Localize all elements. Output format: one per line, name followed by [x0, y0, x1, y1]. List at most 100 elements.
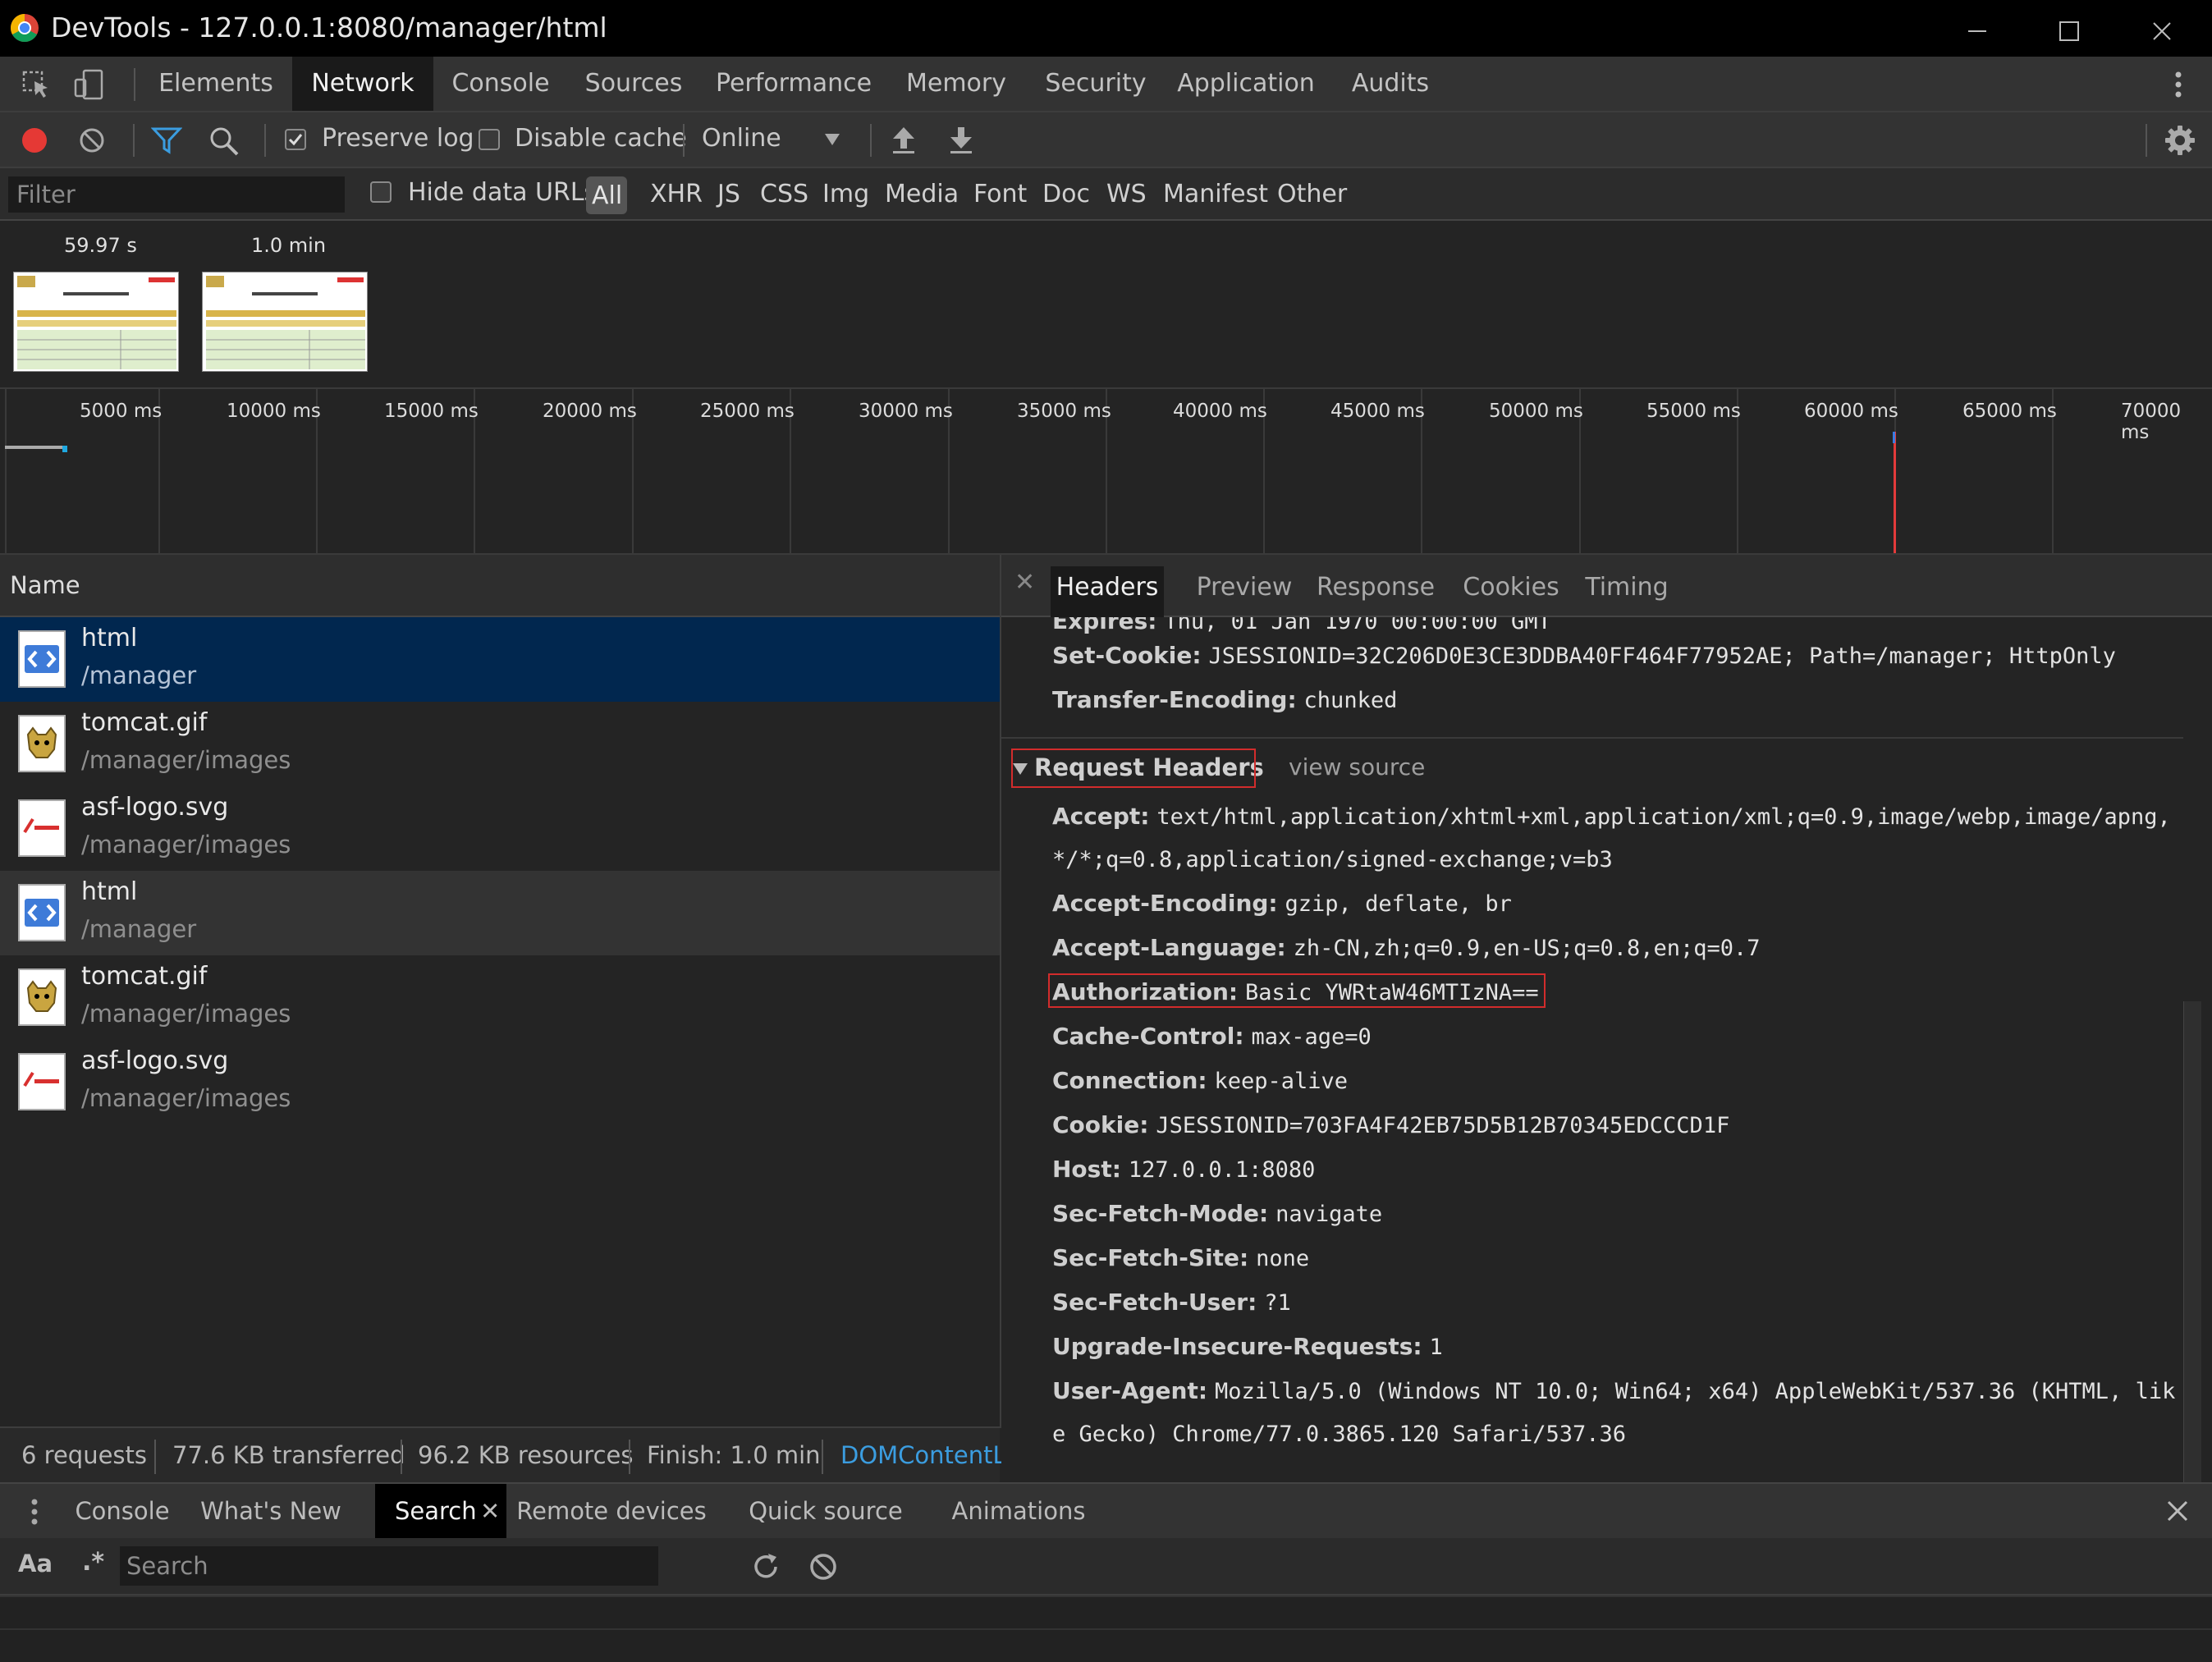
network-toolbar: Preserve log Disable cache Online: [0, 112, 2212, 168]
hide-data-urls-checkbox[interactable]: [370, 181, 392, 203]
header-row-set-cookie: Set-Cookie: JSESSIONID=32C206D0E3CE3DDBA…: [1052, 642, 2116, 669]
inspect-element-icon[interactable]: [21, 70, 51, 99]
filter-icon[interactable]: [151, 126, 182, 155]
close-drawer-icon[interactable]: [2165, 1499, 2190, 1523]
timeline-tick: 55000 ms: [1646, 401, 1741, 422]
tab-cookies[interactable]: Cookies: [1458, 566, 1564, 617]
filter-input[interactable]: [8, 176, 345, 213]
view-source-link[interactable]: view source: [1289, 753, 1425, 781]
header-value: JSESSIONID=32C206D0E3CE3DDBA40FF464F7795…: [1208, 643, 2116, 669]
header-row-accept-encoding: Accept-Encoding: gzip, deflate, br: [1052, 890, 1512, 917]
filter-type-css[interactable]: CSS: [760, 180, 808, 208]
match-case-button[interactable]: Aa: [18, 1550, 53, 1577]
more-options-icon[interactable]: [2170, 68, 2187, 101]
preserve-log-label[interactable]: Preserve log: [322, 124, 474, 153]
tab-headers[interactable]: Headers: [1051, 566, 1164, 617]
drawer-menu-icon[interactable]: [26, 1495, 43, 1528]
minimize-button[interactable]: [1930, 0, 2022, 57]
filter-type-doc[interactable]: Doc: [1042, 180, 1090, 208]
tab-preview[interactable]: Preview: [1193, 566, 1295, 617]
request-headers-highlight: [1011, 749, 1256, 788]
close-window-button[interactable]: [2116, 0, 2208, 57]
header-row-user-agent: User-Agent: Mozilla/5.0 (Windows NT 10.0…: [1052, 1377, 2175, 1404]
header-row-accept: Accept: text/html,application/xhtml+xml,…: [1052, 803, 2171, 830]
tab-network[interactable]: Network: [292, 57, 433, 111]
drawer-tab-search[interactable]: Search ✕: [375, 1484, 506, 1538]
disable-cache-label[interactable]: Disable cache: [515, 124, 687, 153]
hide-data-urls-label[interactable]: Hide data URLs: [408, 178, 597, 207]
screenshot-thumbnail[interactable]: [13, 272, 179, 372]
request-row[interactable]: tomcat.gif /manager/images: [0, 702, 1000, 786]
drawer-tab-console[interactable]: Console: [66, 1484, 179, 1538]
settings-gear-icon[interactable]: [2164, 124, 2196, 157]
search-icon[interactable]: [208, 126, 240, 157]
name-column-header[interactable]: Name: [0, 555, 1000, 617]
tab-response[interactable]: Response: [1313, 566, 1438, 617]
timeline-overview[interactable]: 5000 ms 10000 ms 15000 ms 20000 ms 25000…: [0, 389, 2212, 555]
throttling-select[interactable]: Online: [702, 124, 781, 153]
tab-timing[interactable]: Timing: [1579, 566, 1674, 617]
close-details-icon[interactable]: ✕: [1014, 568, 1035, 597]
screenshot-thumbnail[interactable]: [202, 272, 368, 372]
device-toolbar-icon[interactable]: [72, 68, 105, 101]
filter-type-xhr[interactable]: XHR: [650, 180, 703, 208]
tab-memory[interactable]: Memory: [895, 57, 1018, 111]
request-row[interactable]: html /manager: [0, 871, 1000, 955]
resources-size: 96.2 KB resources: [418, 1441, 634, 1469]
filter-type-all[interactable]: All: [586, 176, 627, 214]
header-value: zh-CN,zh;q=0.9,en-US;q=0.8,en;q=0.7: [1293, 936, 1761, 961]
chevron-down-icon[interactable]: [823, 132, 841, 147]
export-har-icon[interactable]: [947, 124, 975, 155]
timeline-tick: 60000 ms: [1804, 401, 1898, 422]
details-tabs: ✕ Headers Preview Response Cookies Timin…: [1001, 555, 2212, 617]
tab-elements[interactable]: Elements: [148, 57, 284, 111]
disable-cache-checkbox[interactable]: [479, 129, 500, 150]
tab-security[interactable]: Security: [1036, 57, 1156, 111]
filter-type-ws[interactable]: WS: [1106, 180, 1147, 208]
filter-type-font[interactable]: Font: [973, 180, 1027, 208]
tab-audits[interactable]: Audits: [1336, 57, 1445, 111]
tab-console[interactable]: Console: [440, 57, 561, 111]
header-row-expires: Expires: Thu, 01 Jan 1970 00:00:00 GMT: [1052, 617, 1551, 634]
drawer-tab-whats-new[interactable]: What's New: [192, 1484, 350, 1538]
request-row[interactable]: html /manager: [0, 617, 1000, 702]
filter-type-js[interactable]: JS: [717, 180, 740, 208]
preserve-log-checkbox[interactable]: [285, 129, 306, 150]
clear-icon[interactable]: [77, 126, 107, 155]
filter-type-media[interactable]: Media: [885, 180, 959, 208]
header-value: 1: [1429, 1335, 1443, 1360]
tab-application[interactable]: Application: [1174, 57, 1318, 111]
close-search-tab-icon[interactable]: ✕: [480, 1484, 500, 1538]
drawer-tab-remote-devices[interactable]: Remote devices: [515, 1484, 708, 1538]
header-row-upgrade-insecure-requests: Upgrade-Insecure-Requests: 1: [1052, 1333, 1443, 1360]
regex-button[interactable]: .*: [82, 1548, 104, 1577]
header-key: Sec-Fetch-Mode:: [1052, 1200, 1269, 1227]
tab-sources[interactable]: Sources: [570, 57, 698, 111]
request-row[interactable]: tomcat.gif /manager/images: [0, 955, 1000, 1040]
record-button[interactable]: [20, 126, 49, 155]
maximize-button[interactable]: [2023, 0, 2115, 57]
tab-performance[interactable]: Performance: [708, 57, 880, 111]
request-row[interactable]: asf-logo.svg /manager/images: [0, 1040, 1000, 1124]
refresh-icon[interactable]: [750, 1551, 781, 1582]
timeline-tick: 15000 ms: [384, 401, 479, 422]
header-row-sec-fetch-site: Sec-Fetch-Site: none: [1052, 1244, 1309, 1271]
import-har-icon[interactable]: [890, 124, 918, 155]
load-event-marker: [1894, 432, 1896, 553]
timeline-tick: 10000 ms: [227, 401, 321, 422]
details-scrollbar[interactable]: [2183, 1001, 2201, 1482]
filter-type-other[interactable]: Other: [1277, 180, 1347, 208]
apache-image-icon: [18, 1053, 66, 1110]
drawer-tab-animations[interactable]: Animations: [944, 1484, 1093, 1538]
header-row-sec-fetch-user: Sec-Fetch-User: ?1: [1052, 1289, 1291, 1316]
request-bar-end: [62, 446, 67, 452]
request-row[interactable]: asf-logo.svg /manager/images: [0, 786, 1000, 871]
clear-search-icon[interactable]: [808, 1551, 839, 1582]
dom-content-marker: [1893, 432, 1895, 443]
filter-type-img[interactable]: Img: [822, 180, 869, 208]
search-input[interactable]: [120, 1546, 658, 1586]
filter-type-manifest[interactable]: Manifest: [1163, 180, 1268, 208]
header-key: Accept-Encoding:: [1052, 890, 1278, 917]
drawer-tab-quick-source[interactable]: Quick source: [739, 1484, 913, 1538]
header-value: max-age=0: [1251, 1024, 1372, 1050]
